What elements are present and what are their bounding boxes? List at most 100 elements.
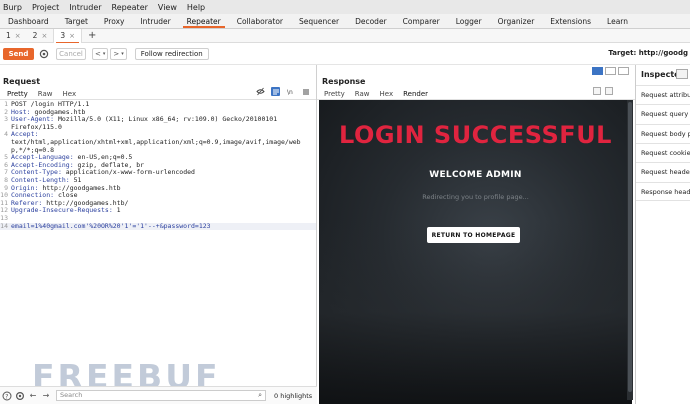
line-text: text/html,application/xhtml+xml,applicat… (11, 137, 301, 146)
eye-slash-icon[interactable] (256, 87, 265, 96)
request-editor[interactable]: 1 POST /login HTTP/1.1 2 Host: goodgames.ht… (0, 100, 316, 231)
tab-raw[interactable]: Raw (33, 89, 58, 99)
repeater-tab[interactable]: 1 × (0, 29, 27, 43)
inspector-row[interactable]: Response headers (636, 181, 690, 201)
newline-icon[interactable]: \n (286, 87, 295, 96)
header-value: Mozilla/5.0 (X11; Linux x86_64; rv:109.0… (54, 115, 278, 124)
tool-tabs: Dashboard Target Proxy Intruder Repeater Coll… (0, 14, 690, 29)
chevron-down-icon[interactable]: ▾ (121, 51, 124, 57)
tab-hex[interactable]: Hex (375, 89, 399, 99)
request-title: Request (3, 77, 41, 86)
back-button[interactable]: < ▾ (92, 47, 109, 60)
tab-decoder[interactable]: Decoder (347, 14, 395, 28)
return-to-homepage-button[interactable]: RETURN TO HOMEPAGE (427, 227, 520, 243)
menu-icon[interactable] (605, 87, 613, 95)
tab-raw[interactable]: Raw (350, 89, 375, 99)
send-button[interactable]: Send (3, 47, 34, 60)
menu-repeater[interactable]: Repeater (112, 3, 148, 12)
layout-toggle (592, 67, 629, 75)
render-scrollbar[interactable] (627, 100, 633, 400)
inspector-row[interactable]: Request query parameters (636, 104, 690, 123)
layout-split-horizontal-icon[interactable] (592, 67, 603, 75)
back-label: < (95, 49, 101, 58)
tab-repeater[interactable]: Repeater (179, 14, 229, 28)
cancel-button[interactable]: Cancel (56, 47, 86, 60)
search-icon: ⌕ (258, 391, 262, 399)
header-value: 1 (112, 206, 121, 215)
close-icon[interactable]: × (41, 29, 47, 43)
back-arrow-icon[interactable]: ← (28, 391, 38, 401)
request-pane: Request Pretty Raw Hex \n 1 POST /login HTT… (0, 65, 317, 404)
tab-pretty[interactable]: Pretty (2, 89, 33, 100)
tab-extensions[interactable]: Extensions (542, 14, 599, 28)
follow-redirection-button[interactable]: Follow redirection (134, 47, 209, 60)
line-number: 14 (0, 221, 8, 230)
chevron-down-icon[interactable]: ▾ (103, 51, 106, 57)
inspector-panel: Inspector Request attributesRequest quer… (635, 65, 690, 404)
inspector-row[interactable]: Request body parameters (636, 123, 690, 143)
menu-view[interactable]: View (158, 3, 177, 12)
layout-split-vertical-icon[interactable] (605, 67, 616, 75)
gear-icon[interactable] (15, 391, 25, 401)
menu-burp[interactable]: Burp (3, 3, 22, 12)
header-value: application/x-www-form-urlencoded (61, 168, 195, 177)
forward-button[interactable]: > ▾ (110, 47, 127, 60)
repeater-tab[interactable]: 2 × (27, 29, 54, 43)
tab-dashboard[interactable]: Dashboard (0, 14, 57, 28)
tab-pretty[interactable]: Pretty (319, 89, 350, 99)
close-icon[interactable]: × (15, 29, 21, 43)
history-nav: < ▾ > ▾ (92, 47, 127, 60)
inspector-row[interactable]: Request attributes (636, 85, 690, 104)
tab-comparer[interactable]: Comparer (395, 14, 448, 28)
response-title: Response (322, 77, 366, 86)
search-input[interactable]: Search ⌕ (56, 390, 266, 401)
inspector-row[interactable]: Request headers (636, 162, 690, 181)
layout-tabs-icon[interactable] (618, 67, 629, 75)
tab-target[interactable]: Target (57, 14, 96, 28)
add-tab-button[interactable]: + (82, 30, 102, 41)
scrollbar-thumb[interactable] (628, 102, 632, 392)
line-number: 3 (4, 115, 8, 124)
line-number: 4 (4, 130, 8, 139)
forward-arrow-icon[interactable]: → (41, 391, 51, 401)
menu-intruder[interactable]: Intruder (69, 3, 101, 12)
menu-project[interactable]: Project (32, 3, 59, 12)
help-icon[interactable]: ? (2, 391, 12, 401)
tab-hex[interactable]: Hex (58, 89, 82, 99)
tab-organizer[interactable]: Organizer (490, 14, 543, 28)
tab-logger[interactable]: Logger (448, 14, 490, 28)
request-body: email=1%40gmail.com'%20OR%20'1'='1'--+&p… (11, 221, 211, 230)
code-line[interactable]: 14 email=1%40gmail.com'%20OR%20'1'='1'--+… (0, 221, 316, 231)
highlights-count: 0 highlights (274, 391, 313, 400)
gear-icon[interactable] (38, 48, 49, 59)
wrap-lines-icon[interactable] (593, 87, 601, 95)
target-label[interactable]: Target: http://goodg (608, 49, 688, 57)
line-text: Upgrade-Insecure-Requests: 1 (11, 207, 121, 215)
inspector-settings-icon[interactable] (676, 69, 688, 79)
tab-collaborator[interactable]: Collaborator (229, 14, 291, 28)
close-icon[interactable]: × (69, 29, 75, 43)
forward-label: > (113, 49, 120, 58)
menu-bar: Burp Project Intruder Repeater View Help (0, 0, 690, 14)
inspector-row[interactable]: Request cookies (636, 142, 690, 162)
line-number (0, 139, 11, 147)
repeater-tab-label: 2 (32, 30, 38, 40)
tab-intruder[interactable]: Intruder (132, 14, 178, 28)
tab-proxy[interactable]: Proxy (96, 14, 133, 28)
header-name: Upgrade-Insecure-Requests: (11, 206, 113, 215)
repeater-tab[interactable]: 3 × (53, 28, 82, 44)
rendered-page: LOGIN SUCCESSFUL WELCOME ADMIN Redirecti… (319, 100, 632, 404)
header-name: User-Agent: (11, 115, 55, 124)
redirect-text: Redirecting you to profile page... (422, 193, 529, 201)
svg-text:?: ? (5, 393, 8, 400)
tab-render[interactable]: Render (398, 89, 433, 100)
wrap-lines-icon[interactable] (271, 87, 280, 96)
menu-help[interactable]: Help (187, 3, 205, 12)
response-view-tabs: Pretty Raw Hex Render (319, 89, 433, 100)
code-line[interactable]: Firefox/115.0 (0, 123, 316, 132)
menu-icon[interactable] (301, 87, 310, 96)
tab-sequencer[interactable]: Sequencer (291, 14, 347, 28)
welcome-text: WELCOME ADMIN (429, 170, 522, 180)
code-line[interactable]: 12 Upgrade-Insecure-Requests: 1 (0, 207, 316, 215)
tab-learn[interactable]: Learn (599, 14, 636, 28)
